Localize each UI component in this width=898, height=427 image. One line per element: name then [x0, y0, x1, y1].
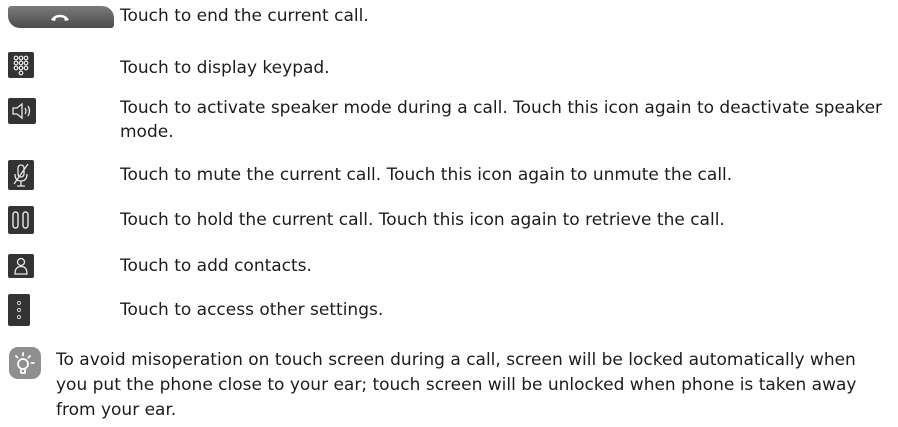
speaker-row: Touch to activate speaker mode during a …: [8, 94, 890, 160]
more-settings-text: Touch to access other settings.: [120, 300, 384, 320]
end-call-row: Touch to end the current call.: [8, 0, 890, 30]
keypad-row: Touch to display keypad.: [8, 50, 890, 80]
hold-row: Touch to hold the current call. Touch th…: [8, 206, 890, 236]
tip-note-text: To avoid misoperation on touch screen du…: [56, 350, 857, 420]
mute-icon[interactable]: [8, 160, 34, 190]
more-settings-row: Touch to access other settings.: [8, 294, 890, 330]
add-contact-icon[interactable]: [8, 254, 34, 278]
speaker-icon[interactable]: [8, 98, 36, 124]
hold-text: Touch to hold the current call. Touch th…: [120, 210, 725, 230]
add-contact-text: Touch to add contacts.: [120, 256, 312, 276]
more-settings-icon[interactable]: [8, 294, 30, 326]
tip-lightbulb-icon: [8, 346, 42, 384]
end-call-icon[interactable]: [8, 6, 114, 28]
hold-icon[interactable]: [8, 206, 34, 234]
end-call-text: Touch to end the current call.: [120, 6, 369, 26]
mute-row: Touch to mute the current call. Touch th…: [8, 160, 890, 194]
keypad-icon[interactable]: [8, 52, 34, 78]
keypad-text: Touch to display keypad.: [120, 58, 330, 78]
mute-text: Touch to mute the current call. Touch th…: [120, 165, 733, 185]
tip-note: To avoid misoperation on touch screen du…: [8, 346, 890, 426]
add-contact-row: Touch to add contacts.: [8, 252, 890, 282]
speaker-text: Touch to activate speaker mode during a …: [120, 98, 883, 142]
